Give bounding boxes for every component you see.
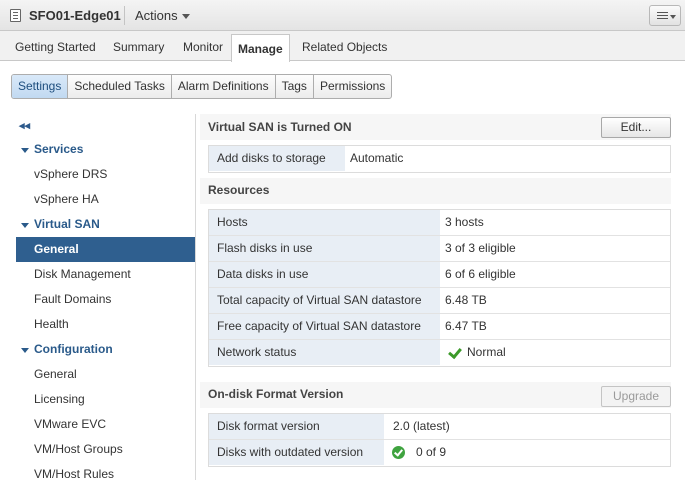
- section-header-band: [200, 178, 671, 204]
- caret-down-icon: [670, 15, 676, 19]
- tab-summary[interactable]: Summary: [113, 40, 164, 54]
- property-value: Normal: [467, 345, 506, 359]
- collapse-sidebar-icon[interactable]: ◂◂: [19, 119, 30, 132]
- property-key: Flash disks in use: [209, 236, 440, 261]
- table-row: Disks with outdated version 0 of 9: [209, 440, 670, 466]
- host-icon: [10, 9, 21, 22]
- subtab-permissions[interactable]: Permissions: [314, 75, 391, 98]
- title-bar: SFO01-Edge01 Actions: [0, 0, 685, 31]
- property-key: Data disks in use: [209, 262, 440, 287]
- sidebar-item-vm-host-groups[interactable]: VM/Host Groups: [16, 437, 196, 462]
- tab-related-objects[interactable]: Related Objects: [302, 40, 387, 54]
- table-row: Total capacity of Virtual SAN datastore …: [209, 288, 670, 314]
- table-row: Add disks to storage Automatic: [209, 146, 670, 172]
- sidebar-item-vsan-general[interactable]: General: [16, 237, 196, 262]
- sidebar-section-label: Virtual SAN: [34, 217, 100, 231]
- outdated-disks-value: 0 of 9: [384, 440, 504, 465]
- property-key: Disks with outdated version: [209, 440, 384, 465]
- vsan-properties-table: Add disks to storage Automatic: [208, 145, 671, 173]
- actions-menu[interactable]: Actions: [135, 8, 190, 23]
- property-value: 6.48 TB: [445, 293, 487, 307]
- sidebar-item-vsphere-ha[interactable]: vSphere HA: [16, 187, 196, 212]
- expand-triangle-icon: [21, 348, 29, 353]
- property-value: 0 of 9: [416, 445, 447, 459]
- sidebar-item-licensing[interactable]: Licensing: [16, 387, 196, 412]
- property-value: 3 of 3 eligible: [445, 241, 516, 255]
- table-row: Flash disks in use 3 of 3 eligible: [209, 236, 670, 262]
- sidebar-section-label: Services: [34, 142, 84, 156]
- title-separator: [124, 6, 125, 25]
- resources-table: Hosts 3 hosts Flash disks in use 3 of 3 …: [208, 209, 671, 367]
- sidebar-item-disk-management[interactable]: Disk Management: [16, 262, 196, 287]
- actions-label: Actions: [135, 8, 178, 23]
- property-key: Free capacity of Virtual SAN datastore: [209, 314, 440, 339]
- property-key: Total capacity of Virtual SAN datastore: [209, 288, 440, 313]
- table-row: Data disks in use 6 of 6 eligible: [209, 262, 670, 288]
- property-value: 3 hosts: [445, 215, 484, 229]
- property-value: 6 of 6 eligible: [445, 267, 516, 281]
- sidebar-item-vmware-evc[interactable]: VMware EVC: [16, 412, 196, 437]
- expand-triangle-icon: [21, 148, 29, 153]
- view-menu-button[interactable]: [649, 5, 681, 26]
- disk-format-table: Disk format version 2.0 (latest) Disks w…: [208, 413, 671, 467]
- tab-getting-started[interactable]: Getting Started: [15, 40, 96, 54]
- edit-button[interactable]: Edit...: [601, 117, 671, 138]
- subtab-tags[interactable]: Tags: [276, 75, 314, 98]
- tab-monitor[interactable]: Monitor: [183, 40, 223, 54]
- sub-tabs: Settings Scheduled Tasks Alarm Definitio…: [11, 74, 393, 99]
- resources-title: Resources: [208, 183, 270, 197]
- property-key: Disk format version: [209, 414, 384, 439]
- table-row: Free capacity of Virtual SAN datastore 6…: [209, 314, 670, 340]
- table-row: Network status Normal: [209, 340, 670, 366]
- sidebar-item-vm-host-rules[interactable]: VM/Host Rules: [16, 462, 196, 480]
- green-ok-circle-icon: [392, 446, 405, 459]
- list-menu-icon: [657, 12, 668, 13]
- sidebar-item-health[interactable]: Health: [16, 312, 196, 337]
- vsan-status-title: Virtual SAN is Turned ON: [208, 120, 352, 134]
- property-key: Network status: [209, 340, 440, 365]
- property-value: 2.0 (latest): [393, 419, 450, 433]
- disk-format-title: On-disk Format Version: [208, 387, 344, 401]
- subtab-scheduled-tasks[interactable]: Scheduled Tasks: [68, 75, 172, 98]
- main-tabs: Getting Started Summary Monitor Manage R…: [0, 31, 685, 62]
- upgrade-button[interactable]: Upgrade: [601, 386, 671, 407]
- chevron-down-icon: [181, 14, 190, 20]
- property-value: Automatic: [350, 151, 404, 165]
- sidebar-divider: [195, 114, 196, 480]
- sidebar-section-configuration[interactable]: Configuration: [16, 337, 196, 362]
- subtab-settings[interactable]: Settings: [12, 75, 69, 98]
- table-row: Disk format version 2.0 (latest): [209, 414, 670, 440]
- object-title: SFO01-Edge01: [29, 8, 121, 23]
- sidebar-item-config-general[interactable]: General: [16, 362, 196, 387]
- green-check-icon: [448, 344, 462, 360]
- expand-triangle-icon: [21, 223, 29, 228]
- sidebar-section-label: Configuration: [34, 342, 113, 356]
- sidebar-section-services[interactable]: Services: [16, 137, 196, 162]
- table-row: Hosts 3 hosts: [209, 210, 670, 236]
- property-value: 6.47 TB: [445, 319, 487, 333]
- sidebar-section-virtual-san[interactable]: Virtual SAN: [16, 212, 196, 237]
- network-status-value: Normal: [445, 340, 545, 365]
- sidebar-item-vsphere-drs[interactable]: vSphere DRS: [16, 162, 196, 187]
- subtab-alarm-definitions[interactable]: Alarm Definitions: [172, 75, 276, 98]
- sidebar-item-fault-domains[interactable]: Fault Domains: [16, 287, 196, 312]
- settings-sidebar: ◂◂ Services vSphere DRS vSphere HA Virtu…: [16, 114, 196, 480]
- tab-manage[interactable]: Manage: [231, 34, 290, 62]
- property-key: Add disks to storage: [209, 146, 345, 171]
- property-key: Hosts: [209, 210, 440, 235]
